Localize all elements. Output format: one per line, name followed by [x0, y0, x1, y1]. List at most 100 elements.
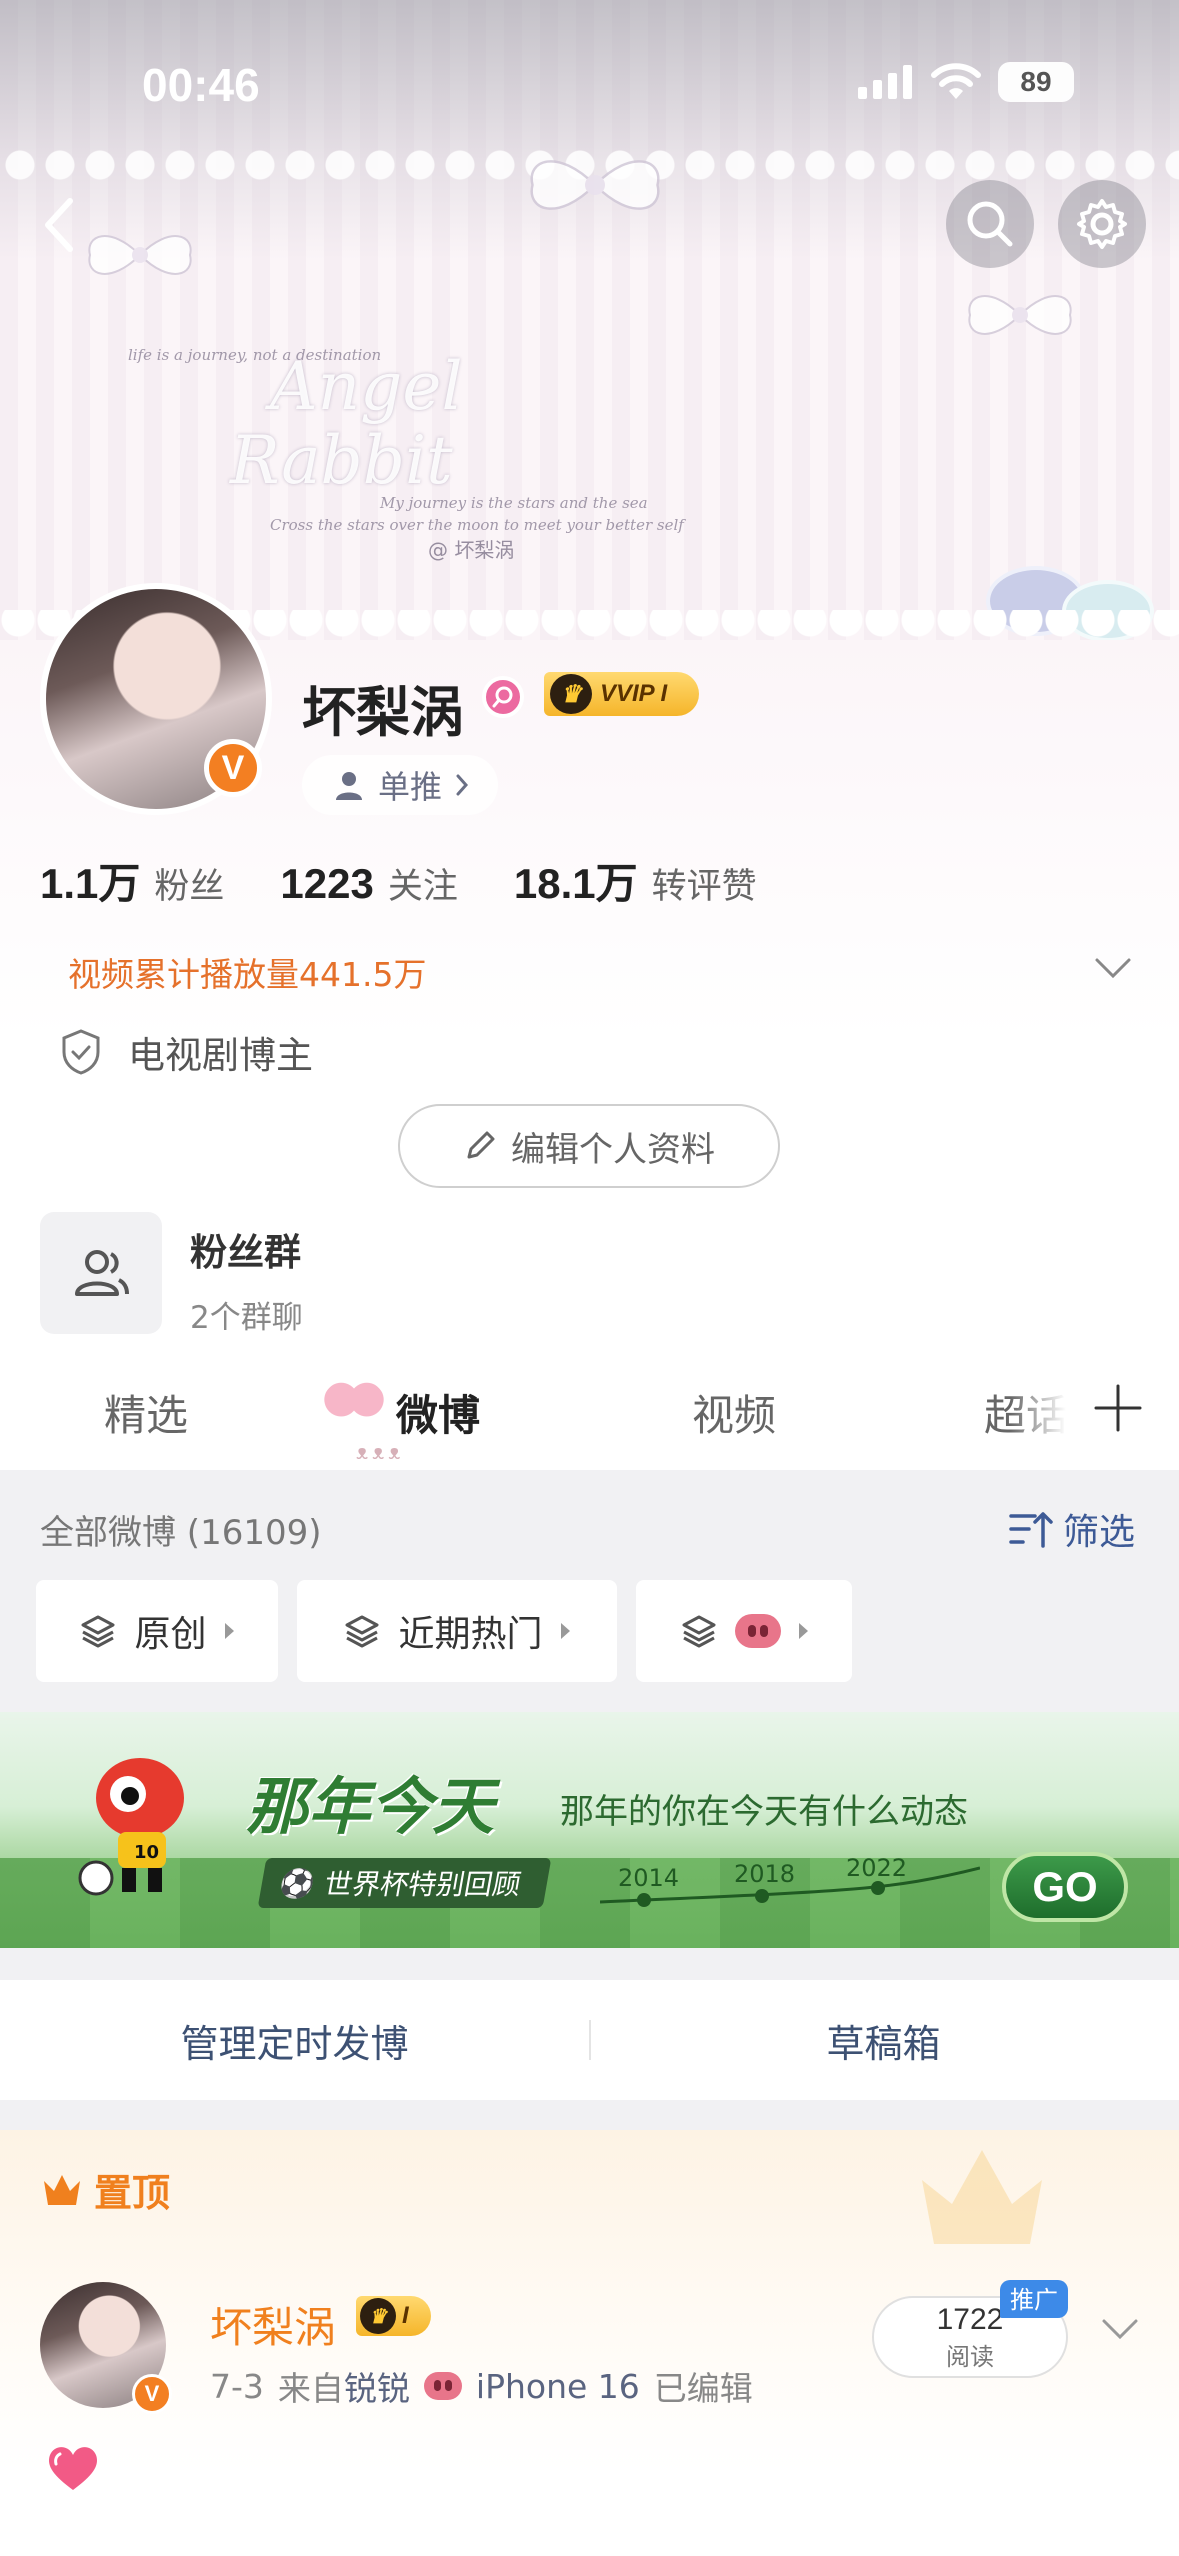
- creator-tag[interactable]: 电视剧博主: [60, 1025, 313, 1079]
- settings-button[interactable]: [1058, 180, 1146, 268]
- banner-tagline: Cross the stars over the moon to meet yo…: [270, 516, 684, 534]
- pencil-icon: [467, 1131, 495, 1159]
- crown-icon: [44, 2174, 80, 2205]
- wifi-icon: [931, 63, 981, 99]
- profile-avatar[interactable]: V: [40, 583, 272, 815]
- chip-custom[interactable]: [636, 1580, 852, 1682]
- pinned-label: 置顶: [40, 2162, 170, 2217]
- plus-icon[interactable]: [1090, 1380, 1146, 1436]
- scheduled-posts-button[interactable]: 管理定时发博: [0, 1980, 589, 2100]
- stat-following[interactable]: 1223 关注: [280, 858, 457, 909]
- bunny-decoration-icon: [322, 1378, 386, 1432]
- pig-nose-icon: [423, 2372, 462, 2400]
- promo-year: 2018: [734, 1860, 796, 1888]
- promo-title: 那年今天: [246, 1770, 495, 1843]
- fan-group-title: 粉丝群: [190, 1231, 301, 1274]
- post-author-avatar[interactable]: V: [40, 2282, 172, 2414]
- back-icon[interactable]: [36, 195, 86, 255]
- verified-badge-icon: V: [132, 2374, 172, 2414]
- chip-original[interactable]: 原创: [36, 1580, 278, 1682]
- filter-button[interactable]: 筛选: [1009, 1503, 1135, 1555]
- promo-year: 2022: [846, 1854, 908, 1882]
- on-this-day-banner[interactable]: 10 那年今天 那年的你在今天有什么动态 ⚽ 世界杯特别回顾 2014 2018…: [0, 1712, 1179, 1948]
- post-source: 来自锐锐: [278, 2362, 410, 2410]
- edited-label[interactable]: 已编辑: [654, 2362, 753, 2410]
- promo-subtitle: 那年的你在今天有什么动态: [560, 1792, 968, 1832]
- creator-tag-label: 电视剧博主: [128, 1034, 313, 1077]
- stat-value: 1223: [280, 860, 374, 907]
- weibo-mascot-icon: 10: [78, 1758, 184, 1896]
- post-meta: 7-3 来自锐锐 iPhone 16 已编辑: [210, 2362, 753, 2410]
- person-icon: [336, 772, 362, 800]
- source-name[interactable]: 锐锐: [344, 2369, 410, 2408]
- fan-tag-label: 单推: [378, 768, 443, 806]
- edit-profile-button[interactable]: 编辑个人资料: [398, 1104, 780, 1188]
- banner-watermark: @ 坏梨涡: [428, 538, 515, 562]
- status-time: 00:46: [142, 59, 260, 111]
- bow-decoration: [88, 235, 192, 275]
- gear-icon: [1077, 199, 1127, 249]
- vip-badge[interactable]: ♛ I: [356, 2296, 431, 2336]
- banner-tagline: My journey is the stars and the sea: [380, 494, 648, 512]
- video-play-count: 视频累计播放量441.5万: [68, 955, 427, 994]
- promo-year: 2014: [618, 1864, 680, 1892]
- tab-featured[interactable]: 精选: [104, 1382, 188, 1443]
- fan-group-entry[interactable]: 粉丝群 2个群聊: [40, 1212, 303, 1337]
- drafts-button[interactable]: 草稿箱: [589, 1980, 1178, 2100]
- stat-label: 粉丝: [154, 867, 225, 907]
- shield-check-icon: [62, 1029, 100, 1075]
- filter-label: 筛选: [1062, 1512, 1135, 1553]
- caret-right-icon: [560, 1623, 570, 1639]
- verified-badge-icon: V: [204, 739, 262, 797]
- layers-icon: [345, 1615, 379, 1648]
- all-posts-count: 全部微博 (16109): [40, 1513, 322, 1553]
- crown-decoration-icon: [922, 2150, 1042, 2244]
- post-author-name[interactable]: 坏梨涡: [210, 2294, 336, 2355]
- search-button[interactable]: [946, 180, 1034, 268]
- search-badge-icon: [492, 686, 513, 708]
- crown-icon: ♛: [550, 674, 592, 714]
- read-count: 1722: [936, 2302, 1004, 2336]
- go-button[interactable]: GO: [1002, 1852, 1128, 1922]
- signal-icon: [858, 65, 912, 99]
- promote-tag[interactable]: 推广: [1000, 2280, 1068, 2318]
- promo-pill: ⚽ 世界杯特别回顾: [257, 1858, 552, 1908]
- edit-profile-label: 编辑个人资料: [511, 1129, 715, 1170]
- chevron-down-icon[interactable]: [1091, 950, 1135, 986]
- stat-label: 转评赞: [651, 867, 757, 907]
- vip-badge[interactable]: ♛ VVIP I: [544, 672, 700, 716]
- heart-emoji-icon: [48, 2447, 98, 2490]
- tab-video[interactable]: 视频: [692, 1382, 776, 1443]
- member-badge-icon[interactable]: [482, 676, 524, 718]
- source-prefix: 来自: [277, 2369, 344, 2408]
- tab-weibo[interactable]: 微博: [396, 1382, 480, 1443]
- pinned-label-text: 置顶: [94, 2171, 171, 2215]
- layers-icon: [682, 1615, 715, 1648]
- chip-recent-hot[interactable]: 近期热门: [297, 1580, 617, 1682]
- stat-value: 1.1万: [40, 860, 141, 907]
- banner-title: Angel Rabbit: [230, 348, 463, 499]
- battery-icon: 89: [998, 62, 1074, 102]
- tab-fade: [1010, 1360, 1090, 1470]
- chip-label: 近期热门: [398, 1614, 543, 1655]
- stat-interactions[interactable]: 18.1万 转评赞: [514, 850, 757, 911]
- tab-underline-decoration: ᴥᴥᴥ: [356, 1440, 405, 1464]
- bow-decoration: [968, 295, 1072, 335]
- source-device[interactable]: iPhone 16: [476, 2367, 640, 2406]
- read-label: 阅读: [946, 2342, 994, 2371]
- fan-group-subtitle: 2个群聊: [190, 1300, 303, 1336]
- chip-label: 原创: [134, 1614, 207, 1655]
- vip-label: VVIP I: [600, 680, 668, 707]
- vip-label: I: [402, 2302, 409, 2329]
- bow-decoration: [530, 160, 660, 210]
- filter-icon: [1009, 1512, 1053, 1548]
- group-people-icon: [75, 1250, 129, 1296]
- chevron-down-icon[interactable]: [1100, 2315, 1140, 2345]
- fan-tag-button[interactable]: 单推: [302, 755, 499, 815]
- profile-tabs: 精选 微博 ᴥᴥᴥ 视频 超话: [0, 1360, 1179, 1470]
- profile-stats: 1.1万 粉丝 1223 关注 18.1万 转评赞: [40, 850, 757, 911]
- stat-followers[interactable]: 1.1万 粉丝: [40, 850, 224, 911]
- caret-right-icon: [798, 1623, 808, 1639]
- post-date: 7-3: [210, 2366, 264, 2406]
- pinned-post[interactable]: 置顶 V 坏梨涡 ♛ I 7-3 来自锐锐 iPhone 16 已编辑 1722…: [0, 2130, 1179, 2556]
